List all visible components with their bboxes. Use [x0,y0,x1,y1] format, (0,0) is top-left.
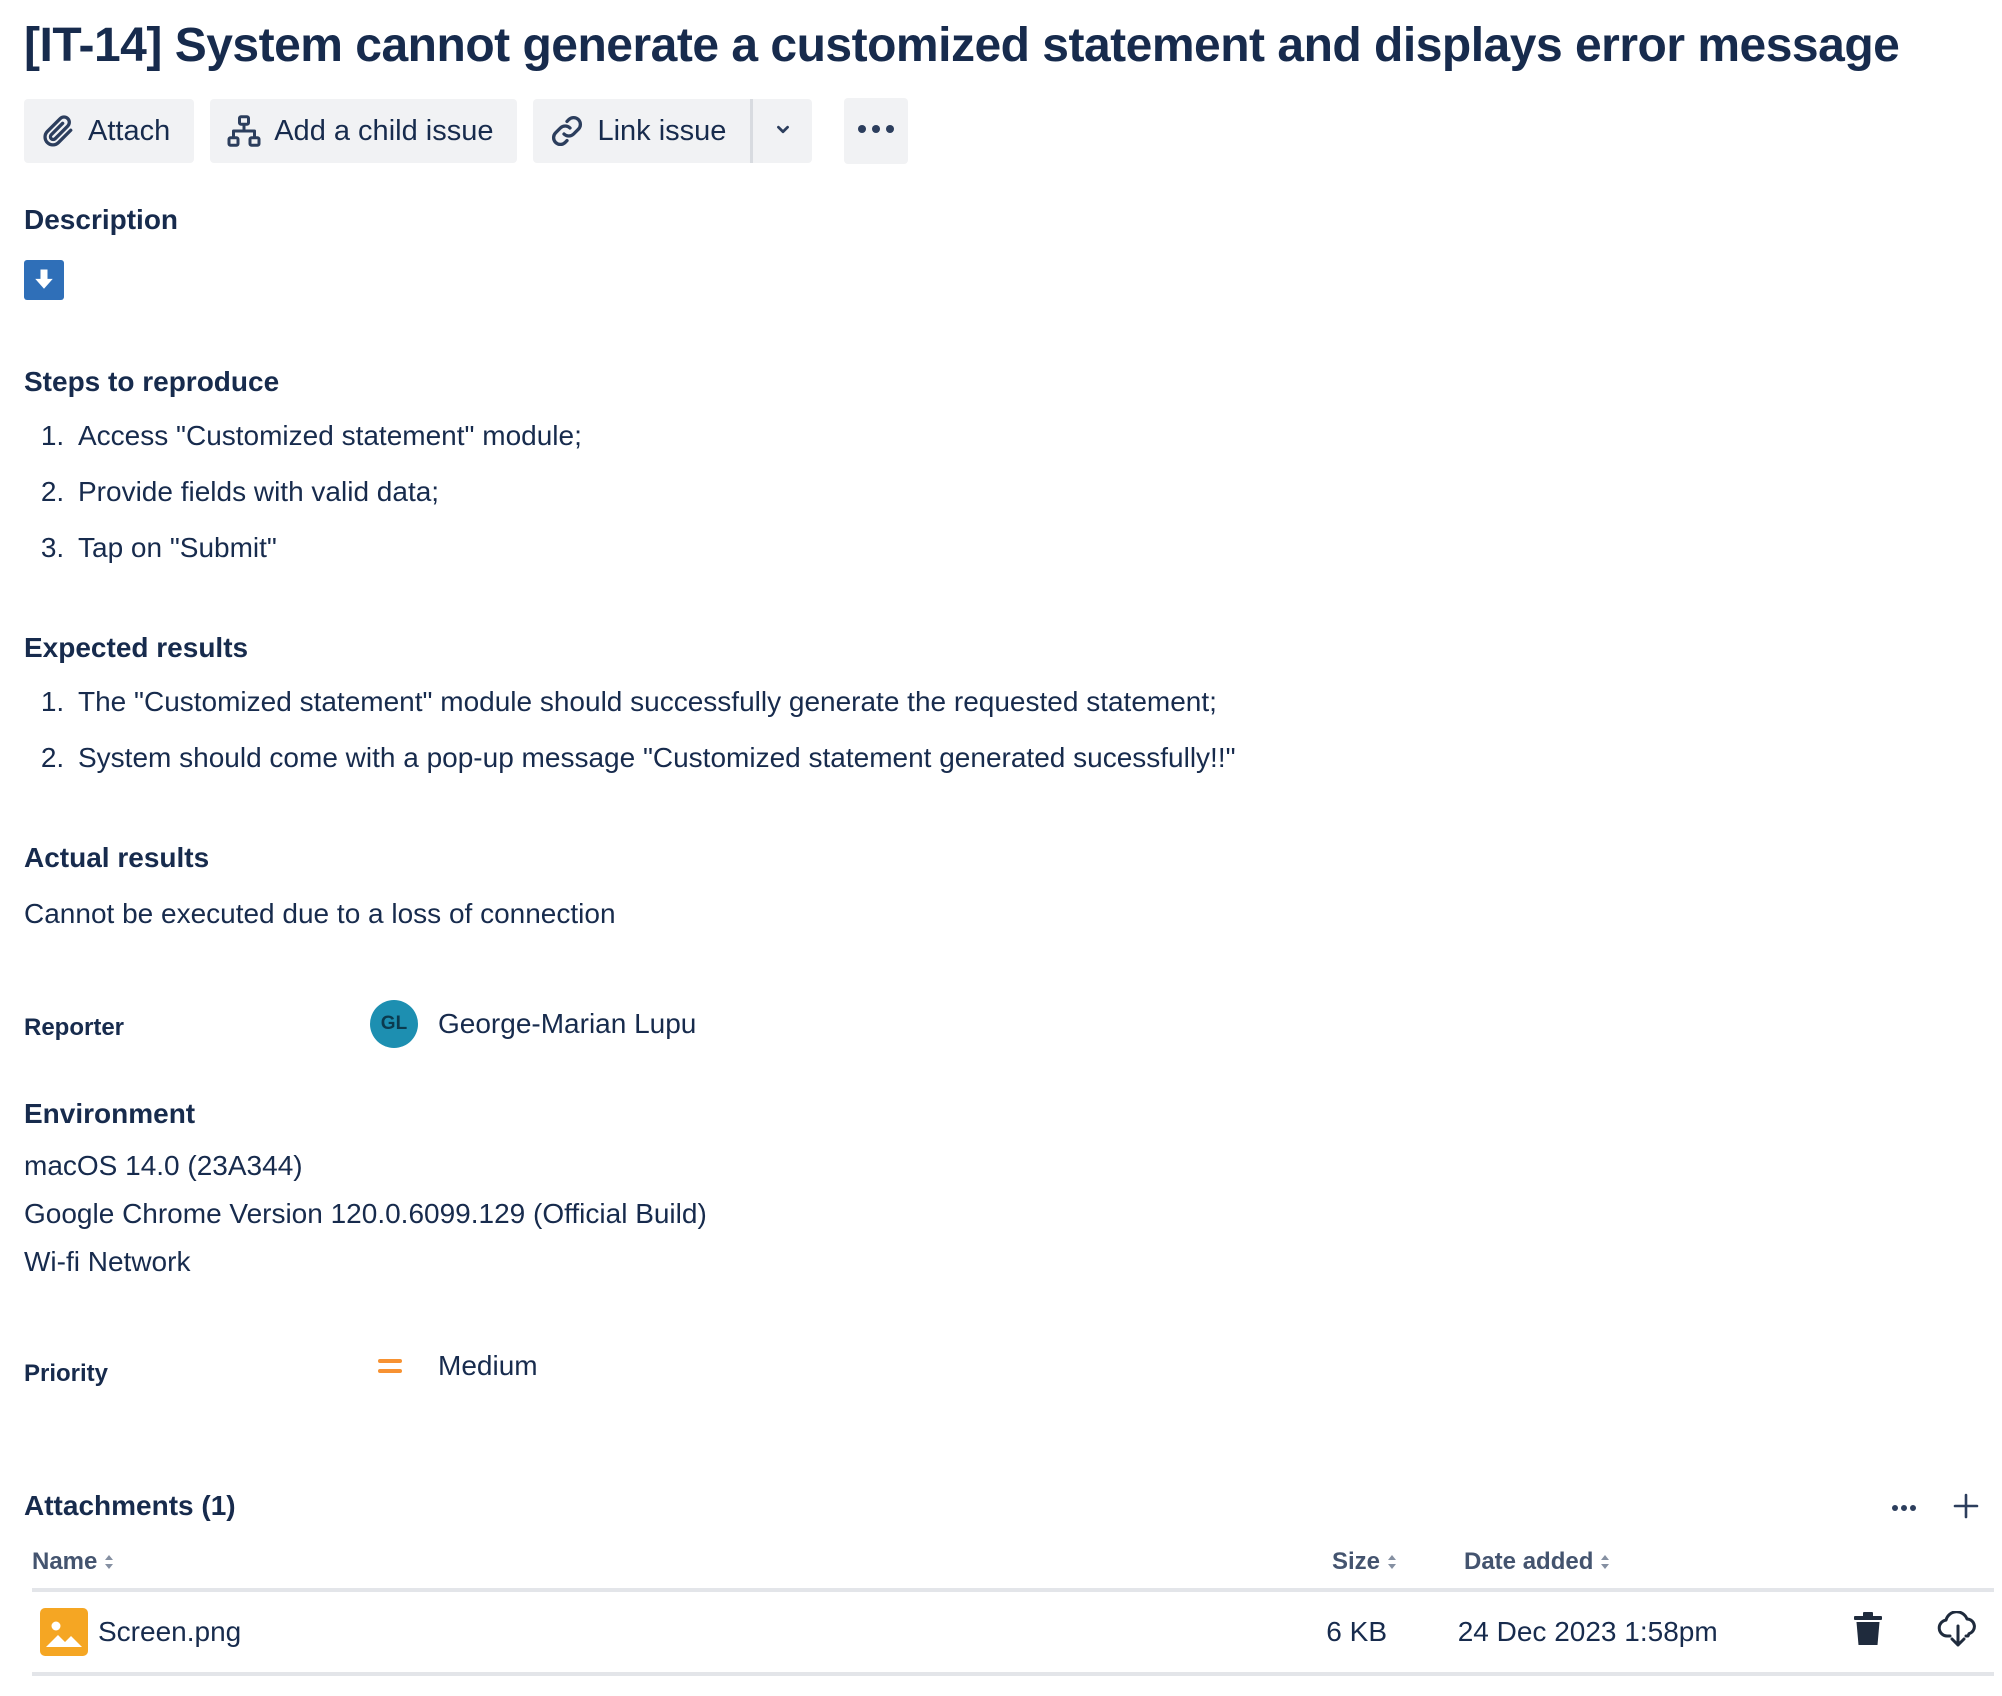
cloud-download-icon [1937,1609,1979,1654]
steps-heading: Steps to reproduce [24,366,280,397]
chevron-down-icon [772,118,794,145]
priority-label: Priority [24,1360,109,1387]
add-attachment-button[interactable] [1944,1486,1988,1530]
environment-heading: Environment [24,1098,196,1129]
link-issue-split-button: Link issue [533,99,813,163]
image-file-icon [40,1608,88,1656]
attach-label: Attach [88,114,171,147]
list-item: Provide fields with valid data; [72,464,582,520]
list-item: Access "Customized statement" module; [72,408,582,464]
reporter-field[interactable]: GL George-Marian Lupu [370,1000,696,1048]
environment-line: Wi-fi Network [24,1246,191,1277]
column-header-size[interactable]: Size [1332,1548,1464,1576]
more-horizontal-icon [856,122,896,140]
column-header-label: Name [32,1548,98,1575]
reporter-name: George-Marian Lupu [438,1008,697,1039]
attachment-date-cell: 24 Dec 2023 1:58pm [1457,1616,1718,1647]
paperclip-icon [38,111,78,151]
sort-icon [1388,1555,1397,1569]
reporter-label: Reporter [24,1014,125,1041]
column-header-date-added[interactable]: Date added [1464,1548,1854,1576]
more-actions-button[interactable] [844,98,909,164]
avatar: GL [370,1000,418,1048]
actual-results-text: Cannot be executed due to a loss of conn… [24,898,616,929]
attach-button[interactable]: Attach [24,99,195,163]
list-item: Tap on "Submit" [72,520,582,576]
trash-icon [1852,1611,1884,1654]
expected-results-heading: Expected results [24,632,249,663]
column-header-name[interactable]: Name [32,1548,1332,1576]
attachment-name-cell: Screen.png [32,1608,1326,1656]
actual-results-heading: Actual results [24,842,210,873]
issue-title[interactable]: [IT-14] System cannot generate a customi… [24,18,1900,74]
steps-list: Access "Customized statement" module; Pr… [24,408,582,576]
environment-line: Google Chrome Version 120.0.6099.129 (Of… [24,1198,707,1229]
add-child-issue-button[interactable]: Add a child issue [210,99,518,163]
download-arrow-icon [24,260,64,300]
attachments-table-header: Name Size Date added [32,1536,1994,1592]
issue-toolbar: Attach Add a child issue Link issue [24,98,909,164]
list-item: System should come with a pop-up message… [72,730,1236,786]
add-child-issue-label: Add a child issue [274,114,494,147]
attachment-size-cell: 6 KB [1326,1616,1387,1647]
attachment-row-actions [1846,1609,1994,1654]
delete-attachment-button[interactable] [1846,1610,1890,1654]
column-header-label: Date added [1464,1548,1594,1575]
plus-icon [1952,1492,1980,1525]
column-header-label: Size [1332,1548,1381,1575]
environment-line: macOS 14.0 (23A344) [24,1150,303,1181]
attachments-actions [1882,1486,2002,1530]
sort-icon [1601,1555,1610,1569]
link-issue-button[interactable]: Link issue [533,99,751,163]
more-horizontal-icon [1891,1499,1917,1517]
sort-icon [105,1555,114,1569]
priority-medium-icon [370,1346,410,1386]
expected-results-list: The "Customized statement" module should… [24,674,1236,786]
list-item: The "Customized statement" module should… [72,674,1236,730]
download-attachment-button[interactable] [1936,1609,1980,1654]
hierarchy-icon [224,111,264,151]
issue-page: [IT-14] System cannot generate a customi… [0,0,2002,1696]
table-row[interactable]: Screen.png 6 KB 24 Dec 2023 1:58pm [32,1592,1994,1676]
link-icon [547,111,587,151]
attachment-file-name[interactable]: Screen.png [98,1616,241,1648]
link-issue-dropdown[interactable] [750,99,813,163]
priority-field[interactable]: Medium [370,1346,538,1386]
attachments-heading: Attachments (1) [24,1490,236,1521]
attachments-more-button[interactable] [1882,1486,1926,1530]
attachments-table: Name Size Date added Screen.png 6 KB 24 … [32,1536,1994,1676]
description-heading: Description [24,204,179,235]
link-issue-label: Link issue [597,114,727,147]
priority-value: Medium [438,1350,538,1381]
